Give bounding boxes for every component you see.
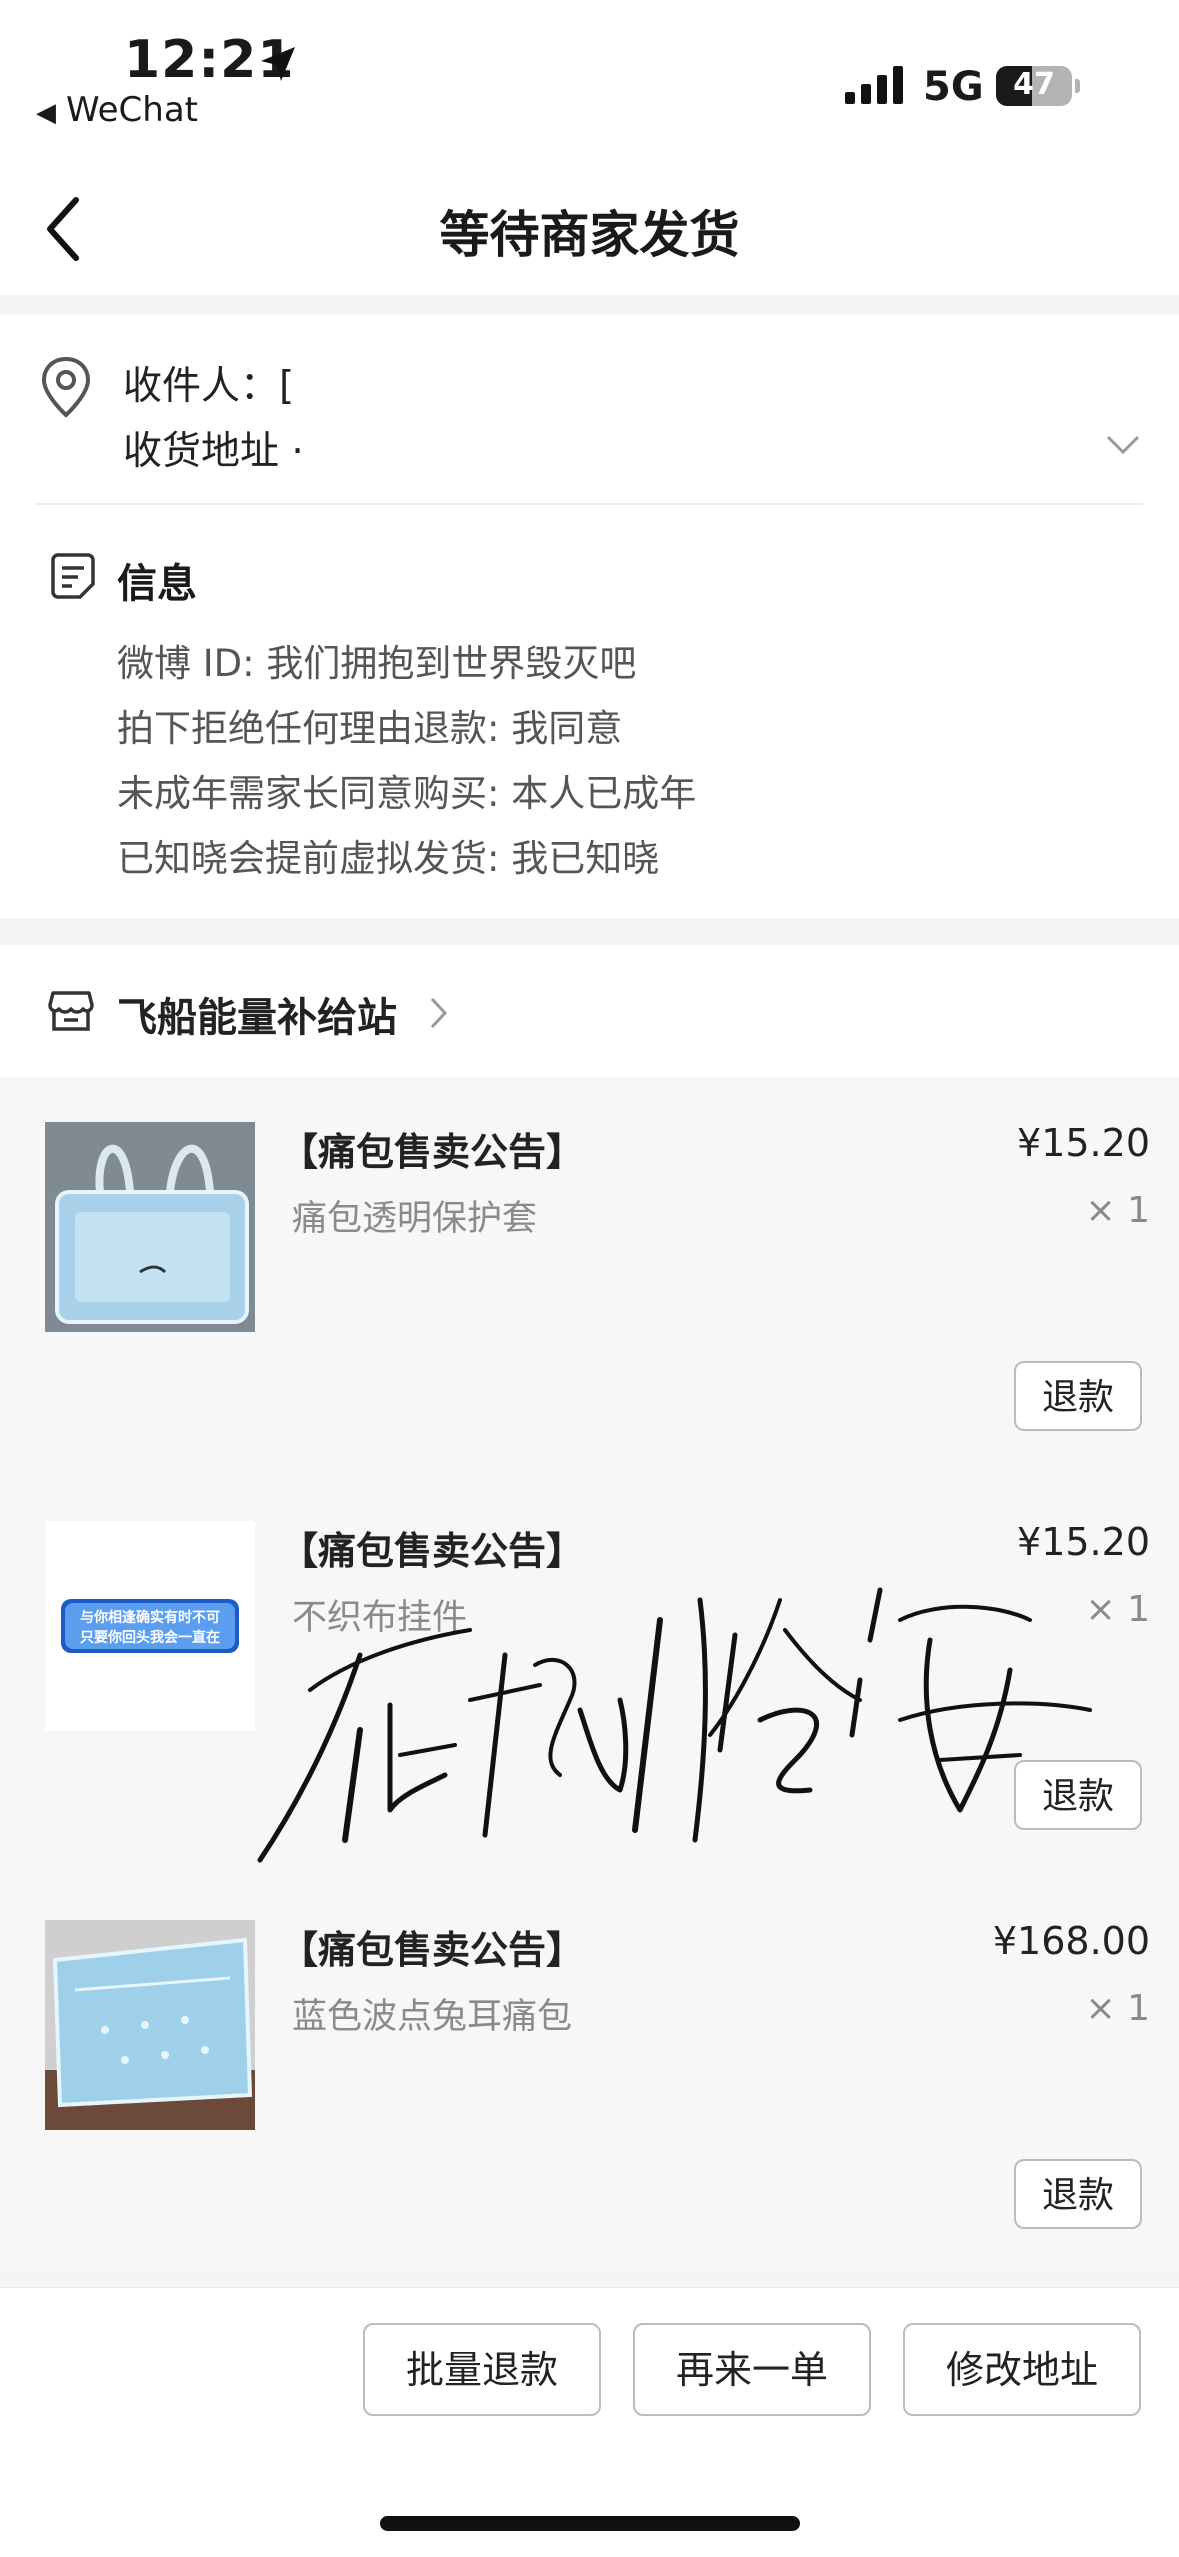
- divider: [36, 503, 1143, 505]
- battery-percent: 47: [1013, 67, 1055, 102]
- item-quantity: × 1: [1085, 1190, 1150, 1231]
- item-quantity: × 1: [1085, 1589, 1150, 1630]
- chevron-right-icon: [430, 997, 448, 1029]
- network-type: 5G: [923, 64, 984, 110]
- back-triangle-icon: ◀: [36, 98, 56, 128]
- address-card: 收件人：[ 收货地址 · 信息 微博 ID: 我们拥抱到世界毁灭吧 拍下拒绝任何…: [0, 315, 1179, 918]
- recipient-name: 收件人：[: [123, 364, 295, 409]
- info-line: 拍下拒绝任何理由退款: 我同意: [117, 707, 623, 750]
- location-arrow-icon: [261, 47, 295, 81]
- bottom-action-bar: 批量退款 再来一单 修改地址: [0, 2287, 1179, 2557]
- item-variant: 蓝色波点兔耳痛包: [292, 1997, 573, 2037]
- refund-button[interactable]: 退款: [1014, 2159, 1142, 2229]
- battery-icon: 47: [996, 66, 1072, 106]
- store-link[interactable]: 飞船能量补给站: [0, 945, 1179, 1077]
- page-title: 等待商家发货: [439, 206, 740, 264]
- info-line: 微博 ID: 我们拥抱到世界毁灭吧: [117, 642, 637, 685]
- item-title: 【痛包售卖公告】: [280, 1130, 585, 1174]
- product-thumbnail[interactable]: [45, 1122, 255, 1332]
- battery-cap: [1075, 79, 1080, 93]
- status-bar: 12:21 ◀ WeChat 5G 47: [0, 0, 1179, 150]
- info-note-icon: [51, 553, 95, 599]
- item-price: ¥168.00: [992, 1919, 1150, 1963]
- store-name: 飞船能量补给站: [117, 995, 397, 1041]
- item-title: 【痛包售卖公告】: [280, 1928, 585, 1972]
- reorder-button[interactable]: 再来一单: [633, 2323, 871, 2416]
- info-line: 未成年需家长同意购买: 本人已成年: [117, 772, 697, 815]
- chevron-down-icon[interactable]: [1105, 433, 1141, 457]
- item-title: 【痛包售卖公告】: [280, 1529, 585, 1573]
- cellular-signal-icon: [845, 66, 903, 104]
- store-icon: [48, 991, 94, 1031]
- item-variant: 痛包透明保护套: [292, 1199, 538, 1239]
- order-item[interactable]: 与你相逢确实有时不可 只要你回头我会一直在 【痛包售卖公告】 不织布挂件 ¥15…: [0, 1476, 1179, 1872]
- product-thumbnail[interactable]: [45, 1920, 255, 2130]
- product-thumbnail[interactable]: 与你相逢确实有时不可 只要你回头我会一直在: [45, 1521, 255, 1731]
- navigation-bar: 等待商家发货: [0, 150, 1179, 295]
- home-indicator[interactable]: [380, 2516, 800, 2531]
- item-price: ¥15.20: [1017, 1520, 1150, 1564]
- order-item[interactable]: 【痛包售卖公告】 痛包透明保护套 ¥15.20 × 1 退款: [0, 1077, 1179, 1473]
- thumb-text: 与你相逢确实有时不可: [80, 1609, 220, 1626]
- change-address-button[interactable]: 修改地址: [903, 2323, 1141, 2416]
- order-item[interactable]: 【痛包售卖公告】 蓝色波点兔耳痛包 ¥168.00 × 1 退款: [0, 1875, 1179, 2271]
- refund-button[interactable]: 退款: [1014, 1361, 1142, 1431]
- item-variant: 不织布挂件: [292, 1598, 468, 1638]
- location-pin-icon: [41, 356, 91, 418]
- thumb-text: 只要你回头我会一直在: [80, 1629, 220, 1646]
- item-price: ¥15.20: [1017, 1121, 1150, 1165]
- item-quantity: × 1: [1085, 1988, 1150, 2029]
- batch-refund-button[interactable]: 批量退款: [363, 2323, 601, 2416]
- refund-button[interactable]: 退款: [1014, 1760, 1142, 1830]
- shipping-address: 收货地址 ·: [123, 429, 304, 474]
- info-line: 已知晓会提前虚拟发货: 我已知晓: [117, 837, 660, 880]
- info-title: 信息: [117, 561, 197, 607]
- back-to-app-link[interactable]: ◀ WeChat: [36, 90, 198, 130]
